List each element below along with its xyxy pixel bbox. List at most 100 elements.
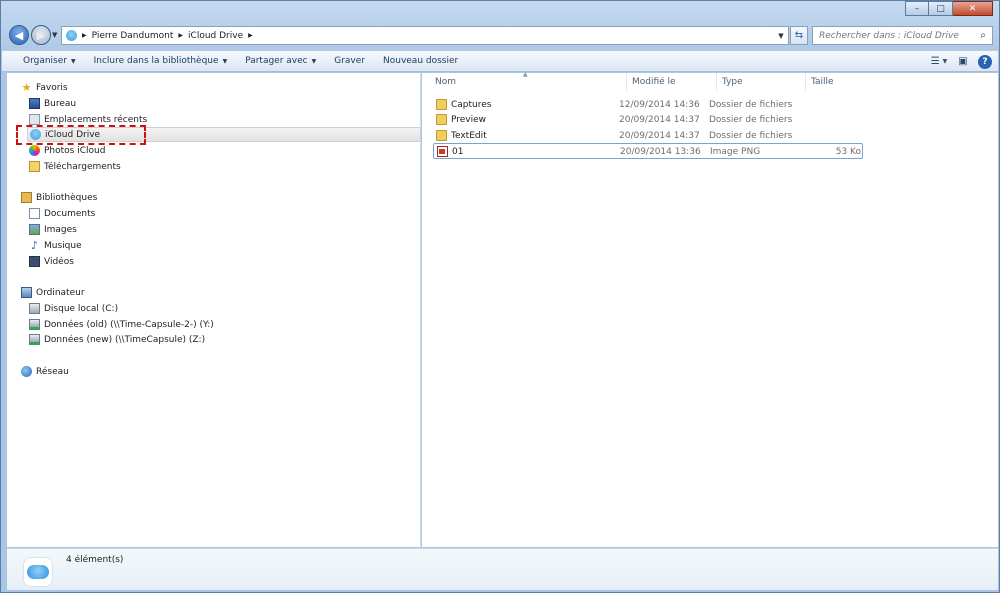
search-box: ⌕ <box>812 26 993 45</box>
chevron-down-icon: ▼ <box>311 58 317 65</box>
address-bar[interactable]: ▶ Pierre Dandumont ▶ iCloud Drive ▶ ▼ <box>61 26 789 45</box>
breadcrumb-pierre-dandumont[interactable]: Pierre Dandumont <box>92 31 174 41</box>
videos-icon <box>29 256 40 267</box>
tree-item-images[interactable]: Images <box>29 222 77 237</box>
maximize-button[interactable]: □ <box>929 1 953 16</box>
file-modified: 20/09/2014 14:37 <box>619 130 700 141</box>
folder-icon <box>436 130 447 141</box>
file-name-label: TextEdit <box>451 130 487 141</box>
tree-favorites[interactable]: ★ Favoris <box>21 80 68 95</box>
tree-libraries-label: Bibliothèques <box>36 192 98 203</box>
details-pane: 4 élément(s) <box>7 548 998 590</box>
include-library-label: Inclure dans la bibliothèque <box>93 56 219 66</box>
share-with-button[interactable]: Partager avec ▼ <box>236 56 325 66</box>
file-type: Dossier de fichiers <box>709 114 793 125</box>
column-header-name[interactable]: Nom <box>430 73 627 91</box>
desktop-icon <box>29 98 40 109</box>
arrow-left-icon: ◀ <box>14 28 24 42</box>
file-name-label: Captures <box>451 99 492 110</box>
organize-label: Organiser <box>23 56 67 66</box>
tree-item-label: Images <box>44 224 77 235</box>
view-controls: ☰ ▼ ▣ ? <box>930 54 992 69</box>
tree-item-label: Musique <box>44 240 82 251</box>
tree-item-downloads[interactable]: Téléchargements <box>29 159 121 174</box>
item-count: 4 élément(s) <box>66 555 124 565</box>
breadcrumb-separator-icon: ▶ <box>82 32 87 39</box>
column-header-type[interactable]: Type <box>717 73 806 91</box>
breadcrumb-icloud-drive[interactable]: iCloud Drive <box>188 31 243 41</box>
file-row-captures[interactable]: Captures 12/09/2014 14:36 Dossier de fic… <box>433 97 863 113</box>
tree-network[interactable]: Réseau <box>21 364 69 379</box>
help-icon[interactable]: ? <box>978 54 992 69</box>
burn-button[interactable]: Graver <box>325 56 374 66</box>
tree-item-local-disk[interactable]: Disque local (C:) <box>29 301 118 316</box>
chevron-down-icon: ▼ <box>222 58 228 65</box>
computer-icon <box>21 287 32 298</box>
breadcrumb-separator-icon: ▶ <box>248 32 253 39</box>
arrow-right-icon: ▶ <box>36 28 46 42</box>
folder-icon <box>436 114 447 125</box>
column-header-modified[interactable]: Modifié le <box>627 73 717 91</box>
tree-item-network-drive-z[interactable]: Données (new) (\\TimeCapsule) (Z:) <box>29 332 205 347</box>
caption-buttons: – □ ✕ <box>905 1 993 16</box>
tree-item-documents[interactable]: Documents <box>29 206 95 221</box>
tree-item-label: Documents <box>44 208 96 219</box>
tree-item-icloud-photos[interactable]: Photos iCloud <box>29 143 105 158</box>
column-header-size[interactable]: Taille <box>806 73 866 91</box>
refresh-button[interactable]: ⇆ <box>790 26 808 45</box>
documents-icon <box>29 208 40 219</box>
photos-icon <box>29 145 40 156</box>
tree-item-label: Bureau <box>44 98 77 109</box>
png-image-icon <box>437 146 448 157</box>
tree-item-music[interactable]: ♪ Musique <box>29 238 82 253</box>
explorer-window: – □ ✕ ◀ ▶ ▼ ▶ Pierre Dandumont ▶ iCloud … <box>0 0 1000 593</box>
address-dropdown-icon[interactable]: ▼ <box>774 32 788 40</box>
tree-item-videos[interactable]: Vidéos <box>29 254 74 269</box>
network-drive-icon <box>29 319 40 330</box>
back-button[interactable]: ◀ <box>9 25 29 45</box>
file-name: Preview <box>436 112 486 127</box>
network-drive-icon <box>29 334 40 345</box>
include-library-button[interactable]: Inclure dans la bibliothèque ▼ <box>85 56 237 66</box>
file-name-label: Preview <box>451 114 487 125</box>
chevron-down-icon: ▼ <box>71 58 76 65</box>
search-input[interactable] <box>819 30 969 41</box>
tree-computer[interactable]: Ordinateur <box>21 285 85 300</box>
share-with-label: Partager avec <box>245 56 308 66</box>
libraries-icon <box>21 192 32 203</box>
file-size <box>798 128 860 143</box>
file-row-01[interactable]: 01 20/09/2014 13:36 Image PNG 53 Ko <box>433 143 863 159</box>
tree-item-label: Emplacements récents <box>44 114 148 125</box>
tree-item-network-drive-y[interactable]: Données (old) (\\Time-Capsule-2-) (Y:) <box>29 317 214 332</box>
hard-drive-icon <box>29 303 40 314</box>
downloads-icon <box>29 161 40 172</box>
file-row-preview[interactable]: Preview 20/09/2014 14:37 Dossier de fich… <box>433 112 863 128</box>
tree-item-label: Disque local (C:) <box>44 303 119 314</box>
organize-button[interactable]: Organiser ▼ <box>14 56 85 66</box>
tree-favorites-label: Favoris <box>36 82 68 93</box>
file-type: Dossier de fichiers <box>709 99 793 110</box>
view-options-icon[interactable]: ☰ ▼ <box>930 54 948 69</box>
file-modified: 20/09/2014 14:37 <box>619 114 700 125</box>
search-icon[interactable]: ⌕ <box>974 30 992 41</box>
file-name: Captures <box>436 97 491 112</box>
history-dropdown[interactable]: ▼ <box>52 31 57 39</box>
file-modified: 12/09/2014 14:36 <box>619 99 700 110</box>
tree-libraries[interactable]: Bibliothèques <box>21 190 97 205</box>
star-icon: ★ <box>21 81 32 94</box>
minimize-button[interactable]: – <box>905 1 929 16</box>
tree-item-label: Photos iCloud <box>44 145 106 156</box>
forward-button[interactable]: ▶ <box>31 25 51 45</box>
tree-item-label: Données (old) (\\Time-Capsule-2-) (Y:) <box>44 319 214 330</box>
tree-network-label: Réseau <box>36 366 69 377</box>
recent-places-icon <box>29 114 40 125</box>
close-button[interactable]: ✕ <box>953 1 993 16</box>
preview-pane-icon[interactable]: ▣ <box>954 54 972 69</box>
file-name: TextEdit <box>436 128 487 143</box>
file-row-textedit[interactable]: TextEdit 20/09/2014 14:37 Dossier de fic… <box>433 128 863 144</box>
tree-item-label: Vidéos <box>44 256 74 267</box>
highlight-annotation <box>16 125 146 145</box>
new-folder-button[interactable]: Nouveau dossier <box>374 56 467 66</box>
tree-item-label: Téléchargements <box>44 161 121 172</box>
tree-item-desktop[interactable]: Bureau <box>29 96 76 111</box>
